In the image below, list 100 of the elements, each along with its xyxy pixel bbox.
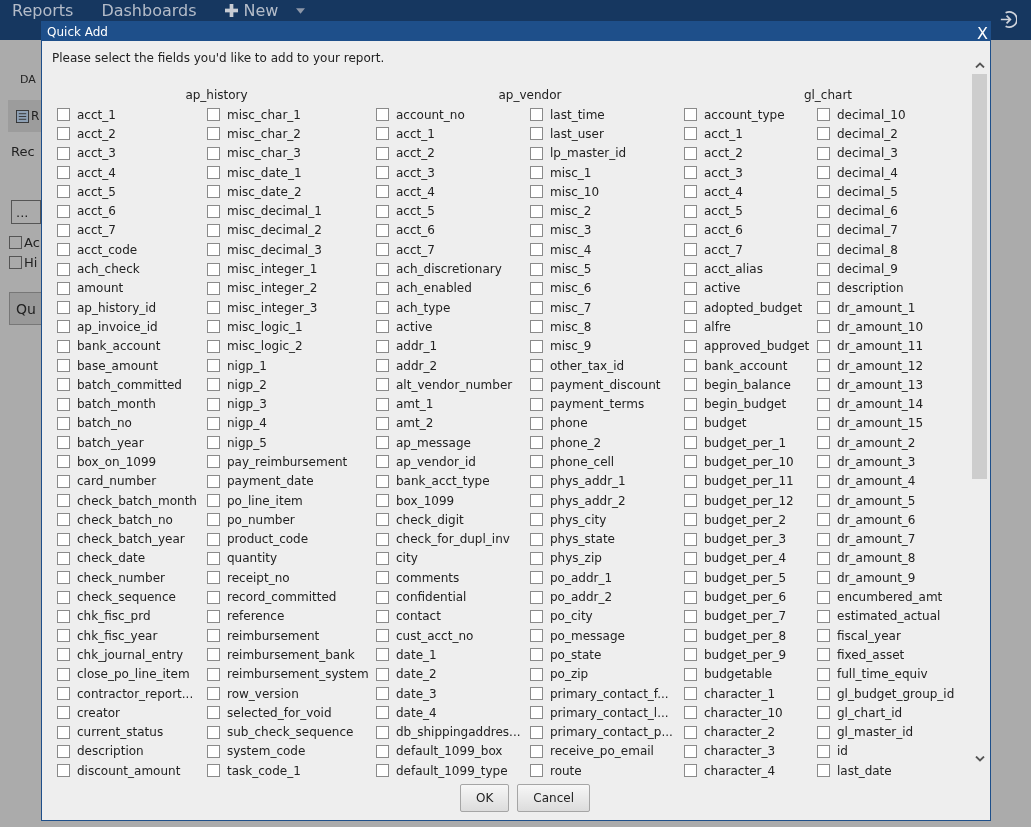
checkbox[interactable] xyxy=(207,166,220,180)
checkbox[interactable] xyxy=(57,687,70,701)
checkbox[interactable] xyxy=(376,378,389,392)
button[interactable]: Qu xyxy=(9,292,43,325)
checkbox[interactable] xyxy=(57,551,70,565)
field-label[interactable]: acct_4 xyxy=(77,165,116,180)
field-label[interactable]: bank_acct_type xyxy=(396,474,490,489)
field-label[interactable]: misc_5 xyxy=(550,262,592,276)
checkbox[interactable] xyxy=(530,108,543,122)
checkbox[interactable] xyxy=(817,590,830,604)
checkbox[interactable] xyxy=(684,108,697,122)
field-label[interactable]: date_4 xyxy=(396,705,437,720)
checkbox[interactable] xyxy=(57,648,70,662)
checkbox[interactable] xyxy=(530,243,543,257)
field-label[interactable]: misc_char_2 xyxy=(227,126,301,141)
field-label[interactable]: po_addr_2 xyxy=(550,590,613,605)
checkbox[interactable] xyxy=(817,629,830,643)
checkbox[interactable] xyxy=(207,725,220,739)
field-label[interactable]: budgetable xyxy=(704,667,773,682)
field-label[interactable]: acct_6 xyxy=(396,223,435,238)
checkbox[interactable] xyxy=(376,339,389,353)
field-label[interactable]: batch_month xyxy=(77,397,156,412)
field-label[interactable]: phys_city xyxy=(550,512,607,527)
checkbox[interactable] xyxy=(684,436,697,450)
checkbox[interactable] xyxy=(207,590,220,604)
field-label[interactable]: nigp_3 xyxy=(227,397,267,412)
field-label[interactable]: pay_reimbursement xyxy=(227,455,348,469)
field-label[interactable]: check_digit xyxy=(396,512,464,527)
field-label[interactable]: receive_po_email xyxy=(550,744,654,759)
sign-in-icon[interactable] xyxy=(998,10,1017,29)
checkbox[interactable] xyxy=(684,320,697,334)
checkbox[interactable] xyxy=(376,744,389,758)
checkbox[interactable] xyxy=(684,513,697,527)
checkbox[interactable] xyxy=(684,378,697,392)
checkbox[interactable] xyxy=(817,532,830,546)
checkbox[interactable] xyxy=(530,551,543,565)
checkbox[interactable] xyxy=(57,629,70,643)
field-label[interactable]: product_code xyxy=(227,532,309,547)
checkbox[interactable] xyxy=(207,320,220,334)
field-label[interactable]: dr_amount_4 xyxy=(837,474,916,489)
new-menu[interactable]: New xyxy=(224,1,306,20)
checkbox[interactable] xyxy=(207,416,220,430)
field-label[interactable]: acct_code xyxy=(77,242,138,257)
field-label[interactable]: dr_amount_7 xyxy=(837,532,916,547)
field-label[interactable]: acct_4 xyxy=(704,184,743,199)
field-label[interactable]: ap_vendor_id xyxy=(396,455,476,469)
field-label[interactable]: po_number xyxy=(227,512,295,527)
field-label[interactable]: acct_5 xyxy=(704,204,743,219)
checkbox[interactable] xyxy=(817,571,830,585)
field-label[interactable]: budget xyxy=(704,416,747,431)
field-label[interactable]: character_10 xyxy=(704,705,783,720)
checkbox[interactable] xyxy=(684,281,697,295)
field-label[interactable]: reimbursement xyxy=(227,628,320,643)
checkbox[interactable] xyxy=(684,590,697,604)
field-label[interactable]: description xyxy=(837,281,904,296)
field-label[interactable]: amount xyxy=(77,281,124,296)
field-label[interactable]: last_time xyxy=(550,107,605,122)
checkbox[interactable] xyxy=(376,532,389,546)
field-label[interactable]: chk_fisc_prd xyxy=(77,609,151,624)
checkbox[interactable] xyxy=(207,513,220,527)
checkbox[interactable] xyxy=(817,146,830,160)
checkbox[interactable] xyxy=(817,166,830,180)
field-label[interactable]: quantity xyxy=(227,551,278,566)
checkbox[interactable] xyxy=(817,359,830,372)
field-label[interactable]: budget_per_10 xyxy=(704,455,794,469)
checkbox[interactable] xyxy=(376,764,389,778)
checkbox[interactable] xyxy=(57,108,70,122)
checkbox[interactable] xyxy=(57,243,70,257)
checkbox[interactable] xyxy=(530,455,543,469)
field-label[interactable]: bank_account xyxy=(77,339,161,354)
field-label[interactable]: current_status xyxy=(77,725,164,740)
field-label[interactable]: system_code xyxy=(227,744,306,759)
field-label[interactable]: primary_contact_p... xyxy=(550,725,673,740)
field-label[interactable]: check_sequence xyxy=(77,590,176,605)
checkbox[interactable] xyxy=(530,320,543,334)
checkbox[interactable] xyxy=(57,513,70,527)
checkbox[interactable] xyxy=(530,416,543,430)
field-label[interactable]: selected_for_void xyxy=(227,705,332,720)
checkbox[interactable] xyxy=(57,185,70,199)
checkbox[interactable] xyxy=(57,146,70,160)
field-label[interactable]: full_time_equiv xyxy=(837,667,928,682)
checkbox[interactable] xyxy=(530,281,543,295)
field-label[interactable]: acct_2 xyxy=(396,146,435,161)
checkbox[interactable] xyxy=(530,339,543,353)
checkbox[interactable] xyxy=(684,687,697,701)
field-label[interactable]: acct_1 xyxy=(396,126,435,141)
field-label[interactable]: task_code_1 xyxy=(227,763,301,778)
checkbox[interactable] xyxy=(207,706,220,720)
close-button[interactable]: X xyxy=(977,20,988,43)
field-label[interactable]: acct_3 xyxy=(704,165,743,180)
field-label[interactable]: misc_integer_2 xyxy=(227,281,318,296)
field-label[interactable]: dr_amount_9 xyxy=(837,570,916,585)
checkbox[interactable] xyxy=(207,494,220,508)
checkbox[interactable] xyxy=(684,146,697,160)
checkbox[interactable] xyxy=(684,494,697,508)
checkbox[interactable] xyxy=(376,725,389,739)
checkbox[interactable] xyxy=(376,706,389,720)
field-label[interactable]: id xyxy=(837,744,848,759)
checkbox[interactable] xyxy=(207,609,220,623)
checkbox[interactable] xyxy=(817,339,830,353)
